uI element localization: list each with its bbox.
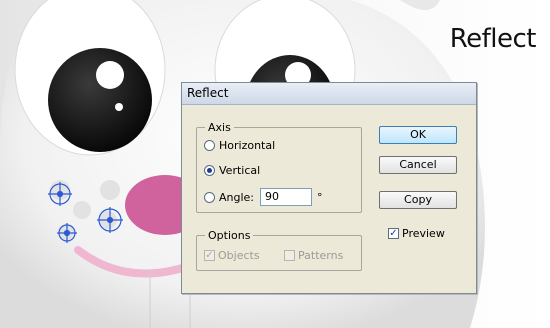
preview-checkbox[interactable]: ✓ Preview	[388, 227, 445, 240]
objects-checkbox[interactable]: ✓ Objects	[204, 249, 260, 262]
objects-check-icon[interactable]: ✓	[204, 250, 215, 261]
angle-radio[interactable]: Angle: 90 °	[204, 188, 323, 206]
left-pupil-highlight-small	[115, 103, 123, 111]
cancel-button[interactable]: Cancel	[379, 156, 457, 174]
angle-radio-button[interactable]	[204, 191, 215, 203]
left-pupil-highlight	[96, 61, 124, 89]
tutorial-step-heading: Reflect	[449, 24, 537, 54]
axis-legend: Axis	[208, 121, 231, 134]
patterns-check-icon[interactable]	[284, 250, 295, 261]
vertical-radio-button[interactable]	[204, 165, 215, 176]
reflect-dialog: Reflect Axis Horizontal Vertical Angle: …	[181, 82, 477, 294]
angle-label: Angle:	[219, 190, 255, 204]
vertical-radio[interactable]: Vertical	[204, 164, 260, 177]
angle-input[interactable]: 90	[260, 188, 313, 206]
patterns-checkbox[interactable]: Patterns	[284, 249, 343, 262]
horizontal-label: Horizontal	[219, 139, 276, 152]
vertical-label: Vertical	[219, 164, 261, 177]
horizontal-radio[interactable]: Horizontal	[204, 139, 275, 152]
options-legend: Options	[208, 229, 251, 242]
preview-label: Preview	[402, 227, 445, 240]
patterns-label: Patterns	[298, 249, 344, 262]
objects-label: Objects	[218, 249, 260, 262]
copy-button[interactable]: Copy	[379, 191, 457, 209]
dialog-title: Reflect	[182, 83, 476, 105]
degree-symbol: °	[317, 190, 323, 204]
ok-button[interactable]: OK	[379, 126, 457, 144]
preview-check-icon[interactable]: ✓	[388, 228, 399, 239]
left-pupil	[48, 48, 152, 152]
horizontal-radio-button[interactable]	[204, 140, 215, 151]
